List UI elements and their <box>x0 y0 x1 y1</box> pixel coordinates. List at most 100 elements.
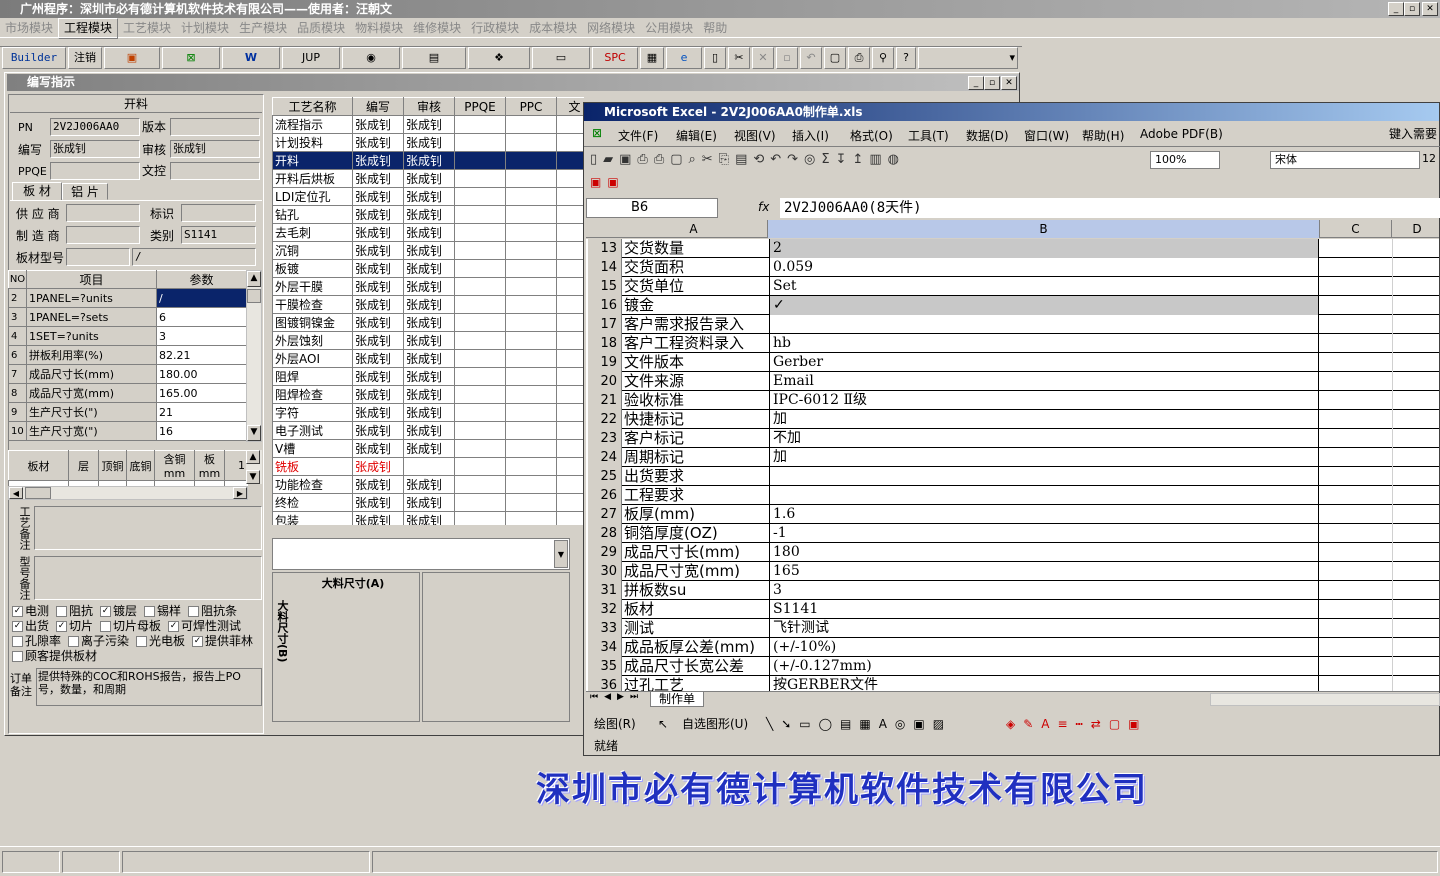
type-field[interactable]: S1141 <box>181 226 256 244</box>
model-note-field[interactable] <box>34 556 262 600</box>
process-cell[interactable]: 电子测试 <box>272 421 353 440</box>
col-d-header[interactable]: D <box>1392 220 1440 238</box>
process-cell-empty[interactable] <box>505 331 557 350</box>
process-cell-empty[interactable] <box>556 259 584 278</box>
tab-aluminum[interactable]: 铝 片 <box>62 183 108 200</box>
autoshape-menu[interactable]: 自选图形(U) <box>682 713 748 735</box>
process-cell[interactable]: 张成钊 <box>352 295 404 314</box>
excel-menu-item[interactable]: Adobe PDF(B) <box>1140 127 1223 141</box>
process-cell[interactable]: 张成钊 <box>403 403 455 422</box>
process-cell[interactable]: 图镀铜镍金 <box>272 313 353 332</box>
cell-b[interactable]: 0.059 <box>770 258 1319 277</box>
menu-item[interactable]: 帮助 <box>698 19 732 38</box>
checkbox-6[interactable]: ✓ 切片 <box>56 619 93 633</box>
sheet-row[interactable]: 30 成品尺寸宽(mm) 165 <box>588 562 1439 581</box>
checkbox-0[interactable]: ✓ 电测 <box>12 604 49 618</box>
process-dropdown-icon[interactable]: ▼ <box>554 540 568 568</box>
model2-field[interactable]: / <box>132 248 256 266</box>
process-cell-empty[interactable] <box>556 331 584 350</box>
process-cell-empty[interactable] <box>556 457 584 476</box>
cell-c[interactable] <box>1321 524 1393 543</box>
save-icon[interactable]: ▫ <box>776 47 798 69</box>
checkbox-2[interactable]: ✓ 镀层 <box>100 604 137 618</box>
process-row[interactable]: 干膜检查 张成钊 张成钊 <box>272 295 584 314</box>
sheet-row[interactable]: 19 文件版本 Gerber <box>588 353 1439 372</box>
process-cell[interactable]: 功能检查 <box>272 475 353 494</box>
checkbox-box[interactable] <box>12 651 23 662</box>
process-cell[interactable]: 张成钊 <box>403 331 455 350</box>
row-number[interactable]: 25 <box>588 467 622 486</box>
process-cell[interactable]: 张成钊 <box>403 187 455 206</box>
process-cell-empty[interactable] <box>505 439 557 458</box>
checkbox-10[interactable]: 离子污染 <box>68 634 129 648</box>
process-row[interactable]: 功能检查 张成钊 张成钊 <box>272 475 584 494</box>
excel-help-box[interactable]: 键入需要 <box>1389 123 1437 145</box>
scroll-up-icon[interactable]: ▲ <box>247 271 261 287</box>
mark-field[interactable] <box>181 204 256 222</box>
process-cell-empty[interactable] <box>556 367 584 386</box>
process-cell[interactable]: LDI定位孔 <box>272 187 353 206</box>
param-value[interactable]: / <box>156 288 247 308</box>
process-cell-empty[interactable] <box>556 421 584 440</box>
process-cell[interactable]: 张成钊 <box>352 511 404 525</box>
process-cell[interactable]: 张成钊 <box>352 403 404 422</box>
row-number[interactable]: 24 <box>588 448 622 467</box>
param-row[interactable]: 10 生产尺寸宽(") 16 <box>8 421 247 441</box>
param-value[interactable]: 82.21 <box>156 345 247 365</box>
ie-icon[interactable]: e <box>666 47 702 69</box>
process-cell-empty[interactable] <box>556 277 584 296</box>
process-cell-empty[interactable] <box>556 151 584 170</box>
checkbox-12[interactable]: ✓ 提供菲林 <box>192 634 253 648</box>
process-cell[interactable]: 张成钊 <box>403 295 455 314</box>
cell-c[interactable] <box>1321 391 1393 410</box>
cell-a[interactable]: 工程要求 <box>622 486 770 505</box>
param-row[interactable]: 6 拼板利用率(%) 82.21 <box>8 345 247 365</box>
checkbox-8[interactable]: ✓ 可焊性测试 <box>168 619 241 633</box>
menu-item[interactable]: 品质模块 <box>292 19 350 38</box>
cell-b[interactable]: 不加 <box>770 429 1319 448</box>
menu-item[interactable]: 维修模块 <box>408 19 466 38</box>
cell-c[interactable] <box>1321 581 1393 600</box>
menu-item[interactable]: 网络模块 <box>582 19 640 38</box>
process-cell-empty[interactable] <box>556 205 584 224</box>
process-cell-empty[interactable] <box>454 385 506 404</box>
cell-b[interactable]: 按GERBER文件 <box>770 676 1319 691</box>
cell-a[interactable]: 板材 <box>622 600 770 619</box>
process-row[interactable]: 外层蚀刻 张成钊 张成钊 <box>272 331 584 350</box>
model-field[interactable] <box>66 248 130 266</box>
ppqe-field[interactable] <box>50 162 140 180</box>
excel-menu-item[interactable]: 文件(F) <box>618 127 658 144</box>
sheet-row[interactable]: 36 过孔工艺 按GERBER文件 <box>588 676 1439 691</box>
process-cell[interactable]: 张成钊 <box>352 169 404 188</box>
row-number[interactable]: 27 <box>588 505 622 524</box>
sheet-row[interactable]: 24 周期标记加 <box>588 448 1439 467</box>
checkbox-5[interactable]: ✓ 出货 <box>12 619 49 633</box>
cell-a[interactable]: 过孔工艺 <box>622 676 770 691</box>
process-cell[interactable]: 张成钊 <box>352 259 404 278</box>
process-cell[interactable]: 流程指示 <box>272 115 353 134</box>
checkbox-1[interactable]: 阻抗 <box>56 604 93 618</box>
word-icon[interactable]: W <box>222 47 280 69</box>
excel-menu-item[interactable]: 帮助(H) <box>1082 127 1124 144</box>
maker-field[interactable] <box>66 226 140 244</box>
formula-bar[interactable]: 2V2J006AA0(8天件) <box>780 198 1440 218</box>
process-cell-empty[interactable] <box>556 511 584 525</box>
process-cell[interactable]: 张成钊 <box>352 205 404 224</box>
process-cell[interactable]: 开料 <box>272 151 353 170</box>
process-cell[interactable]: 张成钊 <box>403 421 455 440</box>
process-cell[interactable] <box>403 457 455 476</box>
process-cell[interactable]: 张成钊 <box>352 457 404 476</box>
param-row[interactable]: 7 成品尺寸长(mm) 180.00 <box>8 364 247 384</box>
process-row[interactable]: 终检 张成钊 张成钊 <box>272 493 584 512</box>
row-number[interactable]: 28 <box>588 524 622 543</box>
process-cell[interactable]: 张成钊 <box>352 223 404 242</box>
excel-menu-item[interactable]: 插入(I) <box>792 127 829 144</box>
cell-a[interactable]: 交货单位 <box>622 277 770 296</box>
menu-item[interactable]: 计划模块 <box>176 19 234 38</box>
cell-a[interactable]: 交货数量 <box>622 239 770 258</box>
logout-button[interactable]: 注销 <box>68 47 102 69</box>
cell-c[interactable] <box>1321 410 1393 429</box>
cell-b[interactable]: 加 <box>770 448 1319 467</box>
process-cell-empty[interactable] <box>505 169 557 188</box>
row-number[interactable]: 36 <box>588 676 622 691</box>
